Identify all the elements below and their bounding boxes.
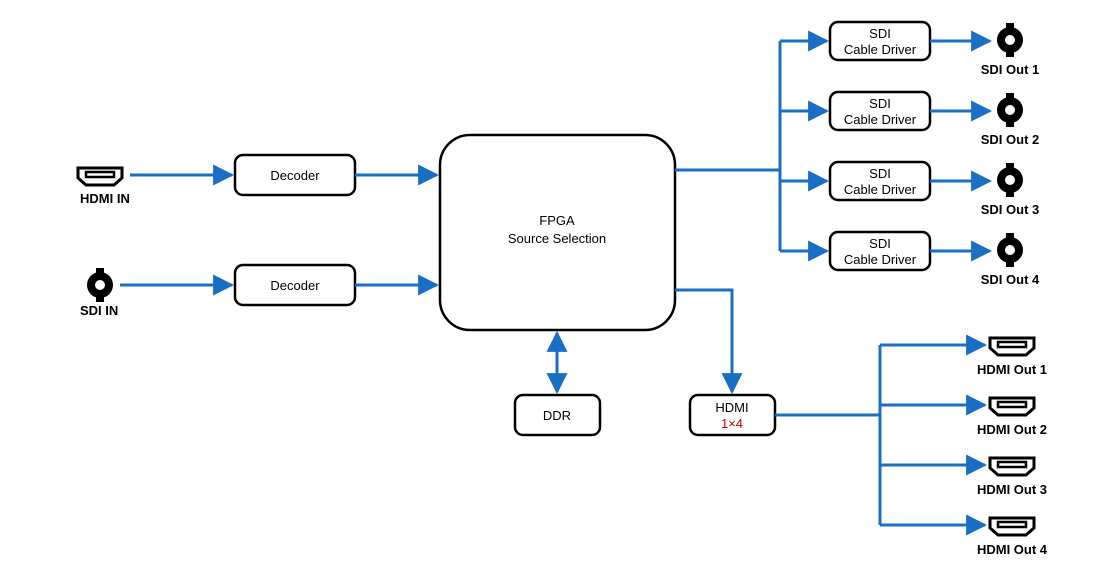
sdi-driver-3-line2: Cable Driver — [844, 182, 917, 197]
ddr-label: DDR — [543, 408, 571, 423]
hdmi-out-4-label: HDMI Out 4 — [977, 542, 1048, 557]
hdmi-in-connector-icon — [78, 168, 122, 185]
hdmi-out-2-icon — [990, 398, 1034, 415]
sdi-driver-4-line2: Cable Driver — [844, 252, 917, 267]
sdi-in-connector-icon — [87, 268, 113, 302]
decoder-top-label: Decoder — [270, 168, 320, 183]
block-diagram: HDMI IN SDI IN Decoder Decoder FPGA Sour… — [0, 0, 1100, 567]
hdmi-out-4-icon — [990, 518, 1034, 535]
sdi-in-label: SDI IN — [80, 303, 118, 318]
hdmi-out-1-icon — [990, 338, 1034, 355]
sdi-driver-1-line2: Cable Driver — [844, 42, 917, 57]
sdi-driver-3-line1: SDI — [869, 166, 891, 181]
decoder-bottom-label: Decoder — [270, 278, 320, 293]
sdi-driver-2-line1: SDI — [869, 96, 891, 111]
hdmi-splitter-line1: HDMI — [715, 400, 748, 415]
arrow-fpga-to-hdmi-split — [675, 290, 732, 392]
hdmi-out-3-label: HDMI Out 3 — [977, 482, 1047, 497]
hdmi-out-1-label: HDMI Out 1 — [977, 362, 1047, 377]
sdi-driver-2: SDI Cable Driver — [830, 92, 930, 130]
hdmi-out-2-label: HDMI Out 2 — [977, 422, 1047, 437]
sdi-out-2-label: SDI Out 2 — [981, 132, 1040, 147]
sdi-driver-3: SDI Cable Driver — [830, 162, 930, 200]
sdi-out-4-label: SDI Out 4 — [981, 272, 1040, 287]
sdi-out-1-icon — [997, 23, 1023, 57]
hdmi-in-label: HDMI IN — [80, 191, 130, 206]
sdi-driver-1-line1: SDI — [869, 26, 891, 41]
sdi-out-2-icon — [997, 93, 1023, 127]
sdi-driver-1: SDI Cable Driver — [830, 22, 930, 60]
sdi-out-1-label: SDI Out 1 — [981, 62, 1040, 77]
sdi-driver-2-line2: Cable Driver — [844, 112, 917, 127]
hdmi-out-3-icon — [990, 458, 1034, 475]
fpga-label-2: Source Selection — [508, 231, 606, 246]
sdi-out-4-icon — [997, 233, 1023, 267]
hdmi-splitter-line2: 1×4 — [721, 416, 743, 431]
sdi-out-3-label: SDI Out 3 — [981, 202, 1040, 217]
sdi-driver-4-line1: SDI — [869, 236, 891, 251]
sdi-driver-4: SDI Cable Driver — [830, 232, 930, 270]
fpga-label-1: FPGA — [539, 213, 575, 228]
sdi-out-3-icon — [997, 163, 1023, 197]
